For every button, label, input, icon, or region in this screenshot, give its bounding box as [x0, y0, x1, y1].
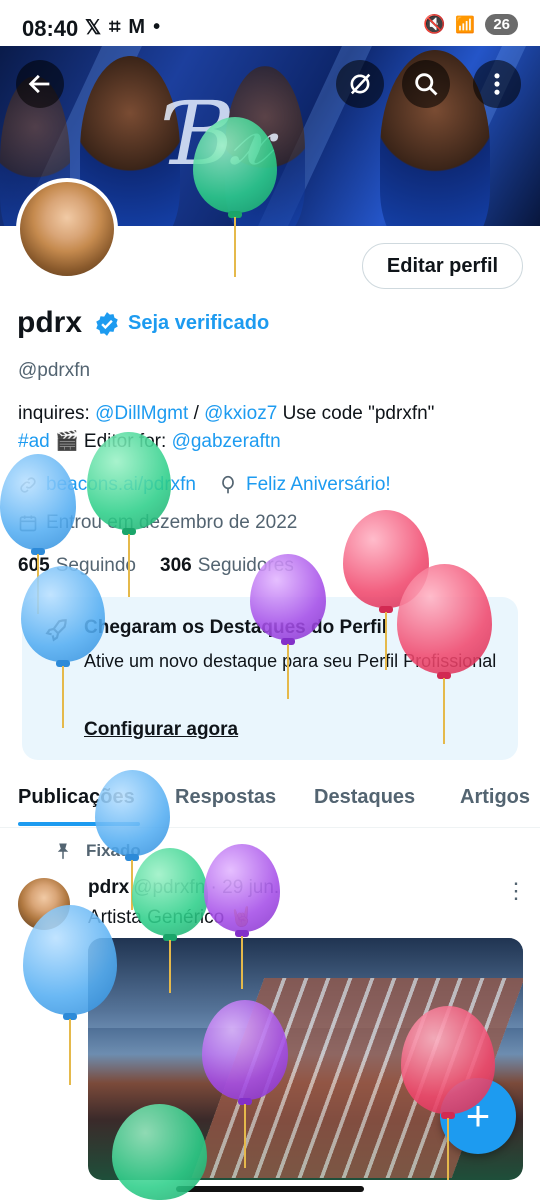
- search-button[interactable]: [402, 60, 450, 108]
- bio-text: inquires:: [18, 403, 96, 424]
- back-button[interactable]: [16, 60, 64, 108]
- following-count: 605: [18, 555, 50, 576]
- profile-bio: inquires: @DillMgmt / @kxioz7 Use code "…: [18, 400, 528, 456]
- calendar-icon: [19, 515, 37, 532]
- post-avatar[interactable]: [18, 878, 70, 930]
- tab-articles[interactable]: Artigos: [460, 786, 530, 809]
- tab-highlights[interactable]: Destaques: [314, 786, 415, 809]
- bio-mention-kxioz7[interactable]: @kxioz7: [204, 403, 277, 424]
- highlights-title: Chegaram os Destaques do Perfil: [84, 617, 388, 638]
- get-verified-link[interactable]: Seja verificado: [128, 312, 269, 335]
- pinned-text: Fixado: [86, 841, 141, 860]
- active-tab-indicator: [18, 822, 140, 826]
- post-handle-date: @pdrxfn · 29 jun.: [133, 877, 280, 898]
- home-indicator: [176, 1186, 364, 1192]
- edit-profile-button[interactable]: Editar perfil: [362, 243, 523, 289]
- joined-date: Entrou em dezembro de 2022: [46, 512, 298, 533]
- profile-avatar[interactable]: [16, 178, 118, 280]
- battery-indicator: 26: [485, 14, 518, 35]
- balloon-icon: [222, 475, 234, 494]
- search-icon: [415, 73, 438, 96]
- bio-mention-dillmgmt[interactable]: @DillMgmt: [95, 403, 188, 424]
- x-logo-icon: 𝕏: [85, 17, 102, 39]
- grok-icon: [350, 73, 371, 95]
- bio-text: /: [188, 403, 205, 424]
- setup-now-link[interactable]: Configurar agora: [84, 719, 238, 741]
- pinned-label: Fixado: [54, 841, 141, 861]
- banner-logo: Ɓ𝓍: [170, 82, 272, 185]
- gmail-icon: M: [128, 16, 146, 38]
- bio-text: 🎬 Editor for:: [49, 431, 172, 452]
- system-icons: 🔇 📶 26: [423, 14, 518, 35]
- plus-icon: +: [465, 1092, 491, 1139]
- more-options-button[interactable]: [473, 60, 521, 108]
- pin-icon: [57, 843, 69, 860]
- profile-name: pdrx: [17, 306, 83, 339]
- followers-label: Seguidores: [197, 555, 294, 576]
- more-vertical-icon: [494, 73, 500, 95]
- tab-replies[interactable]: Respostas: [175, 786, 276, 809]
- highlights-description: Ative um novo destaque para seu Perfil P…: [84, 651, 497, 671]
- post-more-icon[interactable]: ⋮: [505, 878, 527, 904]
- wifi-icon: 📶: [455, 16, 476, 34]
- followers-count: 306: [160, 555, 192, 576]
- grok-button[interactable]: [336, 60, 384, 108]
- verified-badge-icon: [96, 312, 118, 336]
- follow-stats: 605 Seguindo 306 Seguidores: [18, 555, 294, 577]
- profile-handle: @pdrxfn: [18, 360, 91, 381]
- following-label: Seguindo: [55, 555, 136, 576]
- dot-icon: •: [153, 16, 161, 38]
- back-arrow-icon: [28, 74, 50, 94]
- link-icon: [20, 477, 36, 493]
- website-link[interactable]: beacons.ai/pdrxfn: [46, 474, 196, 496]
- post-author[interactable]: pdrx: [88, 877, 129, 898]
- scan-icon: ⌗: [109, 16, 121, 38]
- notification-icons: 𝕏 ⌗ M •: [85, 15, 160, 40]
- bio-text: Use code "pdrxfn": [277, 403, 435, 424]
- profile-tabs: Publicações Respostas Destaques Artigos: [0, 770, 540, 828]
- profile-meta-links: beacons.ai/pdrxfn Feliz Aniversário!: [18, 474, 391, 496]
- compose-button[interactable]: +: [440, 1078, 516, 1154]
- tab-posts[interactable]: Publicações: [18, 786, 135, 809]
- bio-hashtag-ad[interactable]: #ad: [18, 431, 50, 452]
- profile-joined: Entrou em dezembro de 2022: [18, 512, 297, 534]
- following-link[interactable]: 605 Seguindo: [18, 555, 136, 577]
- post-text: Artista Genérico 🤘: [88, 907, 254, 928]
- status-time: 08:40: [22, 16, 79, 41]
- mute-icon: 🔇: [422, 14, 446, 34]
- post-header: pdrx @pdrxfn · 29 jun.: [88, 877, 279, 899]
- bio-mention-gabzeraftn[interactable]: @gabzeraftn: [172, 431, 281, 452]
- followers-link[interactable]: 306 Seguidores: [160, 555, 294, 577]
- rocket-icon: [45, 619, 67, 642]
- birthday-link[interactable]: Feliz Aniversário!: [246, 474, 391, 496]
- highlights-promo-card: Chegaram os Destaques do Perfil Ative um…: [22, 597, 518, 760]
